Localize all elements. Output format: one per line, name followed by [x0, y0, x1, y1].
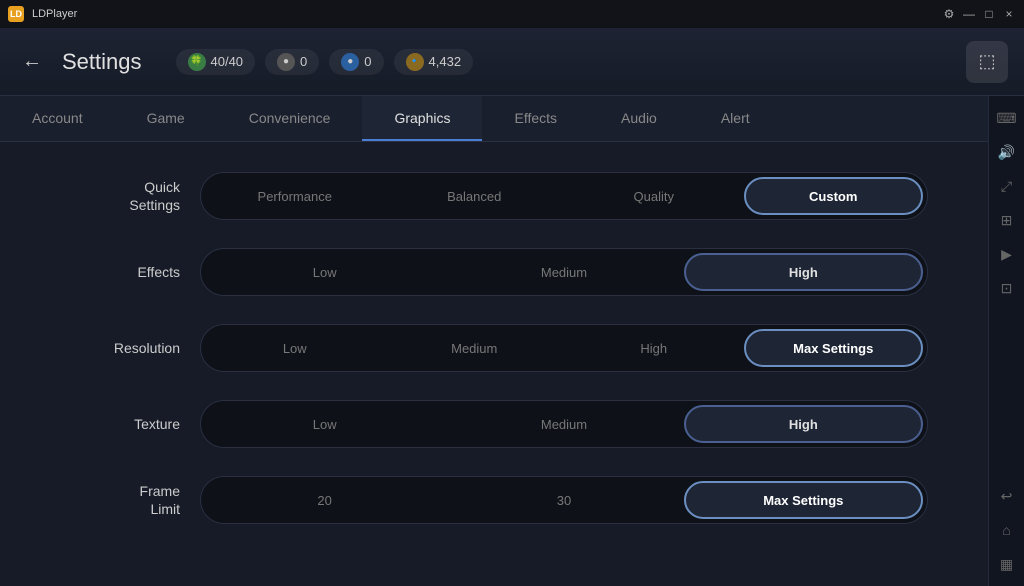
- frame-limit-label: Frame Limit: [60, 482, 180, 518]
- fullscreen-icon[interactable]: ⤢: [993, 172, 1021, 200]
- back-icon[interactable]: ↩: [993, 482, 1021, 510]
- close-button[interactable]: ×: [1002, 7, 1016, 21]
- quick-settings-row: Quick Settings Performance Balanced Qual…: [60, 172, 928, 220]
- stat-gold: 🔹 4,432: [394, 49, 474, 75]
- app-title: LDPlayer: [32, 8, 934, 20]
- texture-medium-option[interactable]: Medium: [444, 405, 683, 443]
- grid-icon[interactable]: ⊞: [993, 206, 1021, 234]
- main-container: Account Game Convenience Graphics Effect…: [0, 96, 1024, 586]
- stat-energy: ● 0: [329, 49, 383, 75]
- performance-option[interactable]: Performance: [205, 177, 385, 215]
- profile-button[interactable]: ⬚: [966, 41, 1008, 83]
- tab-bar: Account Game Convenience Graphics Effect…: [0, 96, 988, 142]
- health-value: 40/40: [211, 54, 244, 69]
- frame-limit-options: 20 30 Max Settings: [200, 476, 928, 524]
- tab-game[interactable]: Game: [115, 96, 217, 141]
- back-button[interactable]: ←: [16, 46, 48, 78]
- texture-row: Texture Low Medium High: [60, 400, 928, 448]
- texture-label: Texture: [60, 415, 180, 433]
- tab-alert[interactable]: Alert: [689, 96, 782, 141]
- keyboard-icon[interactable]: ⌨: [993, 104, 1021, 132]
- energy-icon: ●: [341, 53, 359, 71]
- content-area: Account Game Convenience Graphics Effect…: [0, 96, 988, 586]
- right-sidebar: ⌨ 🔊 ⤢ ⊞ ▶ ⊡ ↩ ⌂ ▦: [988, 96, 1024, 586]
- quick-settings-label: Quick Settings: [60, 178, 180, 214]
- gold-icon: 🔹: [406, 53, 424, 71]
- menu-icon[interactable]: ▦: [993, 550, 1021, 578]
- stat-mana: ● 0: [265, 49, 319, 75]
- effects-row: Effects Low Medium High: [60, 248, 928, 296]
- home-icon[interactable]: ⌂: [993, 516, 1021, 544]
- frame-limit-row: Frame Limit 20 30 Max Settings: [60, 476, 928, 524]
- frame-max-option[interactable]: Max Settings: [684, 481, 923, 519]
- volume-icon[interactable]: 🔊: [993, 138, 1021, 166]
- tab-account[interactable]: Account: [0, 96, 115, 141]
- resolution-max-option[interactable]: Max Settings: [744, 329, 924, 367]
- resolution-medium-option[interactable]: Medium: [385, 329, 565, 367]
- title-bar: LD LDPlayer ⚙ — □ ×: [0, 0, 1024, 28]
- balanced-option[interactable]: Balanced: [385, 177, 565, 215]
- texture-options: Low Medium High: [200, 400, 928, 448]
- app-header: ← Settings 🍀 40/40 ● 0 ● 0 🔹 4,432 ⬚: [0, 28, 1024, 96]
- energy-value: 0: [364, 54, 371, 69]
- app-logo: LD: [8, 6, 24, 22]
- resolution-options: Low Medium High Max Settings: [200, 324, 928, 372]
- resolution-low-option[interactable]: Low: [205, 329, 385, 367]
- tab-effects[interactable]: Effects: [482, 96, 589, 141]
- gold-value: 4,432: [429, 54, 462, 69]
- tab-graphics[interactable]: Graphics: [362, 96, 482, 141]
- minimize-button[interactable]: —: [962, 7, 976, 21]
- mana-icon: ●: [277, 53, 295, 71]
- tab-audio[interactable]: Audio: [589, 96, 689, 141]
- custom-option[interactable]: Custom: [744, 177, 924, 215]
- effects-label: Effects: [60, 263, 180, 281]
- frame-20-option[interactable]: 20: [205, 481, 444, 519]
- resolution-label: Resolution: [60, 339, 180, 357]
- quick-settings-options: Performance Balanced Quality Custom: [200, 172, 928, 220]
- window-controls[interactable]: ⚙ — □ ×: [942, 7, 1016, 21]
- effects-high-option[interactable]: High: [684, 253, 923, 291]
- tab-convenience[interactable]: Convenience: [217, 96, 363, 141]
- texture-high-option[interactable]: High: [684, 405, 923, 443]
- texture-low-option[interactable]: Low: [205, 405, 444, 443]
- resolution-high-option[interactable]: High: [564, 329, 744, 367]
- health-icon: 🍀: [188, 53, 206, 71]
- effects-low-option[interactable]: Low: [205, 253, 444, 291]
- mana-value: 0: [300, 54, 307, 69]
- settings-icon[interactable]: ⚙: [942, 7, 956, 21]
- stat-health: 🍀 40/40: [176, 49, 256, 75]
- play-icon[interactable]: ▶: [993, 240, 1021, 268]
- quality-option[interactable]: Quality: [564, 177, 744, 215]
- effects-medium-option[interactable]: Medium: [444, 253, 683, 291]
- page-title: Settings: [62, 49, 142, 75]
- maximize-button[interactable]: □: [982, 7, 996, 21]
- effects-options: Low Medium High: [200, 248, 928, 296]
- header-stats: 🍀 40/40 ● 0 ● 0 🔹 4,432: [176, 49, 953, 75]
- settings-panel: Quick Settings Performance Balanced Qual…: [0, 142, 988, 586]
- frame-30-option[interactable]: 30: [444, 481, 683, 519]
- record-icon[interactable]: ⊡: [993, 274, 1021, 302]
- resolution-row: Resolution Low Medium High Max Settings: [60, 324, 928, 372]
